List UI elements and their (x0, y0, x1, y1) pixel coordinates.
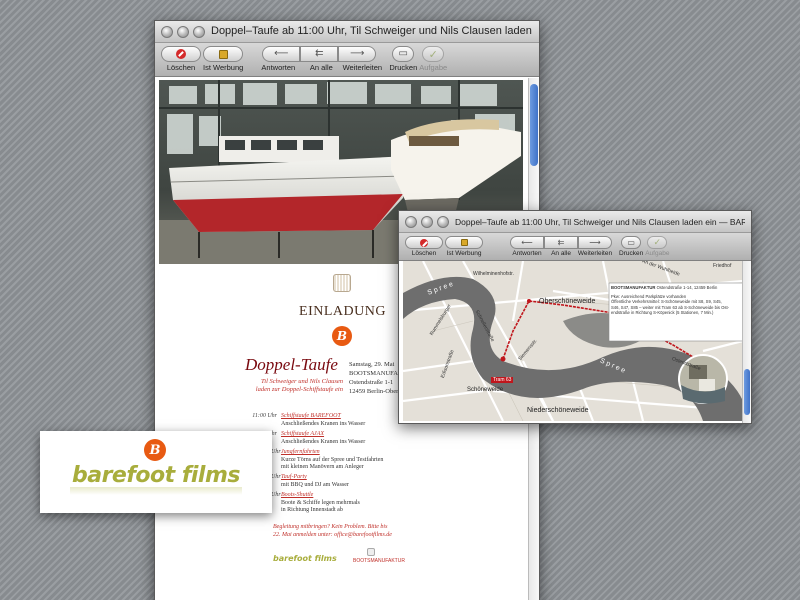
todo-icon: ✓ (428, 47, 438, 61)
junk-icon (218, 49, 228, 59)
route-map[interactable]: Spree Spree Oberschöneweide Niederschöne… (403, 261, 743, 421)
street-label: Friedhof (713, 263, 732, 269)
delete-button[interactable]: Löschen (405, 236, 443, 257)
minimize-button[interactable] (421, 215, 433, 228)
forward-button[interactable]: ⟶ (338, 46, 377, 62)
schedule-time: 11:00 Uhr (252, 413, 277, 419)
location-info-box: BOOTSMANUFAKTUR Ostendstraße 1-14, 12459… (611, 285, 741, 316)
delete-label: Löschen (411, 250, 437, 257)
event-date-1: Samstag, 29. Mai (349, 361, 395, 368)
brand-wordmark-reflection (70, 487, 242, 495)
todo-label: Aufgabe (419, 63, 448, 72)
reply-all-label: An alle (309, 63, 333, 72)
reply-label: Antworten (261, 63, 296, 72)
delete-icon (420, 238, 428, 247)
footer-barefoot-logo: barefoot films (273, 554, 337, 563)
district-label: Niederschöneweide (527, 407, 589, 414)
footer-line-1: Begleitung mitbringen? Kein Problem. Bit… (273, 524, 388, 530)
barefoot-logo-icon: B (144, 439, 166, 461)
event-date-3: Ostendstraße 1-1 (349, 379, 394, 386)
reply-all-label: An alle (551, 250, 571, 257)
map-mail-window: Doppel–Taufe ab 11:00 Uhr, Til Schweiger… (398, 210, 752, 424)
forward-label: Weiterleiten (342, 63, 383, 72)
todo-button[interactable]: ✓ Aufgabe (645, 236, 669, 257)
print-label: Drucken (619, 250, 644, 257)
event-title: Doppel-Taufe (245, 355, 338, 374)
barefoot-logo-icon: B (332, 326, 352, 346)
junk-label: Ist Werbung (446, 250, 482, 257)
close-button[interactable] (405, 215, 417, 228)
map-scrollbar[interactable] (742, 261, 751, 423)
todo-button[interactable]: ✓ Aufgabe (419, 46, 447, 72)
footer-partner: BOOTSMANUFAKTUR (353, 558, 405, 564)
info-line: endstraße in Richtung S-Köpenick (5 Stat… (611, 310, 714, 316)
reply-all-icon: ⇇ (557, 237, 565, 247)
map-window-controls (405, 215, 449, 228)
todo-label: Aufgabe (645, 250, 670, 257)
station-tag: Tram 63 (491, 377, 514, 383)
event-subtitle-2: laden zur Doppel-Schiffstaufe ein (255, 386, 343, 393)
print-button[interactable]: ▭ Drucken (619, 236, 643, 257)
print-icon: ▭ (627, 237, 635, 247)
scroll-thumb[interactable] (744, 369, 750, 415)
info-title: BOOTSMANUFAKTUR (611, 285, 656, 290)
reply-all-button[interactable]: ⇇ (300, 46, 339, 62)
window-controls (161, 25, 205, 38)
footer-line-2[interactable]: 22. Mai anmelden unter: office@barefootf… (273, 532, 392, 538)
reply-group: ⟵ ⇇ ⟶ Antworten An alle Weiterleiten (507, 236, 615, 257)
schedule-row: 11:00 Uhr Schiffstaufe BAREFOOT Anschließ… (251, 413, 365, 428)
delete-label: Löschen (166, 63, 196, 72)
schedule-desc: Anschließendes Kranen ins Wasser (281, 420, 366, 427)
schedule-event[interactable]: Schiffstaufe BAREFOOT (281, 413, 341, 419)
zoom-button[interactable] (193, 25, 205, 38)
reply-icon: ⟵ (521, 237, 533, 247)
event-date-4: 12459 Berlin-Ober (349, 388, 399, 395)
reply-label: Antworten (512, 250, 542, 257)
schedule-event[interactable]: Boots-Shuttle (281, 492, 313, 498)
forward-icon: ⟶ (350, 48, 365, 59)
info-line: Öffentliche Verkehrsmittel: S-Schöneweid… (611, 299, 722, 305)
zoom-button[interactable] (437, 215, 449, 228)
todo-icon: ✓ (653, 237, 662, 248)
delete-icon (176, 49, 186, 59)
print-button[interactable]: ▭ Drucken (389, 46, 417, 72)
map-toolbar: Löschen Ist Werbung ⟵ ⇇ ⟶ Antworten An a… (399, 233, 751, 261)
event-subtitle-1: Til Schweiger und Nils Clausen (261, 378, 343, 385)
forward-icon: ⟶ (589, 237, 601, 247)
junk-button[interactable]: Ist Werbung (203, 46, 243, 72)
district-label: Schöneweide (467, 387, 504, 393)
schedule-event[interactable]: Schiffstaufe AJAX (281, 431, 324, 437)
window-title: Doppel–Taufe ab 11:00 Uhr, Til Schweiger… (211, 25, 533, 37)
reply-group: ⟵ ⇇ ⟶ Antworten An alle Weiterleiten (253, 46, 385, 72)
schedule-event[interactable]: Jungfernfahrten (281, 449, 320, 455)
brand-wordmark: barefoot films (71, 463, 241, 488)
reply-all-button[interactable]: ⇇ (544, 236, 578, 249)
schedule-event[interactable]: Tauf-Party (281, 474, 307, 480)
main-toolbar: Löschen Ist Werbung ⟵ ⇇ ⟶ Antworten An a… (155, 43, 539, 77)
district-label: Oberschöneweide (539, 298, 596, 305)
forward-label: Weiterleiten (577, 250, 613, 257)
delete-button[interactable]: Löschen (161, 46, 201, 72)
info-address: Ostendstraße 1-14, 12459 Berlin (656, 285, 718, 290)
bootsmanufaktur-emblem (333, 274, 351, 292)
print-icon: ▭ (398, 48, 408, 59)
forward-button[interactable]: ⟶ (578, 236, 612, 249)
reply-button[interactable]: ⟵ (262, 46, 301, 62)
close-button[interactable] (161, 25, 173, 38)
street-label: Wilhelminenhofstr. (473, 271, 514, 277)
reply-all-icon: ⇇ (315, 48, 324, 59)
junk-label: Ist Werbung (203, 63, 244, 72)
map-window-title: Doppel–Taufe ab 11:00 Uhr, Til Schweiger… (455, 217, 745, 227)
map-titlebar: Doppel–Taufe ab 11:00 Uhr, Til Schweiger… (399, 211, 751, 233)
junk-button[interactable]: Ist Werbung (445, 236, 483, 257)
barefoot-films-card: B barefoot films (40, 431, 272, 513)
reply-icon: ⟵ (274, 48, 289, 59)
minimize-button[interactable] (177, 25, 189, 38)
junk-icon (460, 239, 468, 246)
reply-button[interactable]: ⟵ (510, 236, 544, 249)
scroll-thumb[interactable] (530, 84, 538, 166)
footer-emblem-icon (367, 548, 375, 556)
main-titlebar: Doppel–Taufe ab 11:00 Uhr, Til Schweiger… (155, 21, 539, 43)
print-label: Drucken (389, 63, 418, 72)
